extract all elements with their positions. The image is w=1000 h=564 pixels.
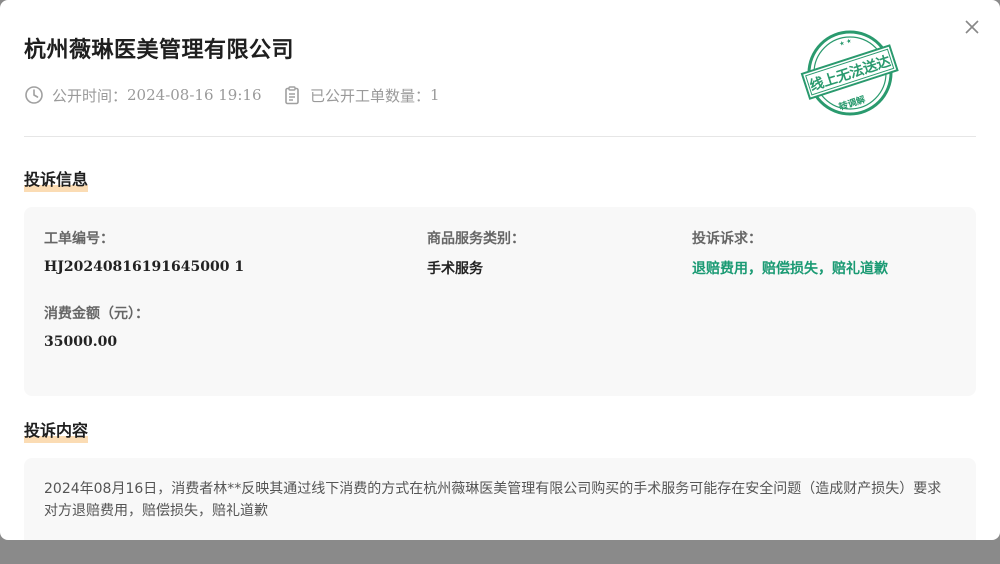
close-icon <box>965 20 979 34</box>
ticket-count-label: 已公开工单数量： <box>310 86 431 105</box>
backdrop <box>0 540 1000 564</box>
stamp-sub-text: 转调解 <box>837 93 866 113</box>
company-title: 杭州薇琳医美管理有限公司 <box>24 38 295 63</box>
demand-label: 投诉诉求： <box>692 231 762 247</box>
header-divider <box>24 136 976 137</box>
mediation-stamp: 线上无法送达 转调解 ★ ★ <box>800 30 899 116</box>
complaint-info-card: 工单编号： HJ20240816191645000 1 商品服务类别： 手术服务… <box>24 207 976 396</box>
complaint-content-card: 2024年08月16日，消费者林**反映其通过线下消费的方式在杭州薇琳医美管理有… <box>24 458 976 540</box>
amount-label: 消费金额（元）： <box>44 306 149 322</box>
publish-time-label: 公开时间： <box>52 86 128 105</box>
ticket-no-value: HJ20240816191645000 1 <box>44 259 245 275</box>
ticket-count: 已公开工单数量： 1 <box>282 84 440 106</box>
clock-icon <box>25 86 43 104</box>
close-button[interactable] <box>960 15 984 39</box>
complaint-info-title: 投诉信息 <box>24 166 89 192</box>
publish-time: 公开时间： 2024-08-16 19:16 <box>24 84 262 106</box>
amount-value: 35000.00 <box>44 334 118 350</box>
ticket-count-value: 1 <box>430 86 440 104</box>
clipboard-icon <box>285 86 299 105</box>
complaint-detail-dialog: 杭州薇琳医美管理有限公司 公开时间： 2024-08-16 19:16 已公开工… <box>0 0 1000 540</box>
category-value: 手术服务 <box>427 261 483 277</box>
publish-time-value: 2024-08-16 19:16 <box>127 86 262 104</box>
category-label: 商品服务类别： <box>427 231 525 247</box>
ticket-no-label: 工单编号： <box>44 231 114 247</box>
complaint-content-text: 2024年08月16日，消费者林**反映其通过线下消费的方式在杭州薇琳医美管理有… <box>44 481 942 519</box>
svg-text:★ ★: ★ ★ <box>838 37 852 48</box>
complaint-content-title: 投诉内容 <box>24 417 89 443</box>
demand-value: 退赔费用，赔偿损失，赔礼道歉 <box>692 261 888 277</box>
